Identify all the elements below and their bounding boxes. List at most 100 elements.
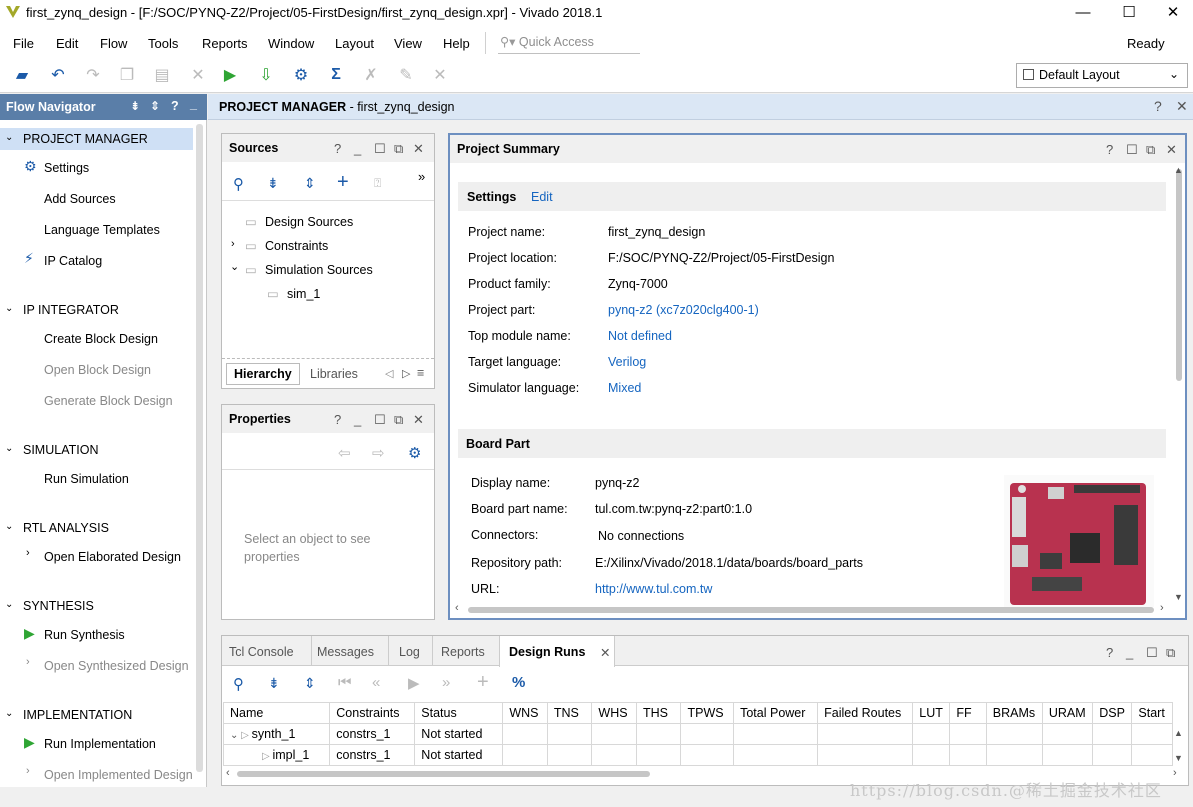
scroll-left-icon[interactable]: ‹: [226, 767, 230, 779]
float-icon[interactable]: ⧉: [394, 412, 403, 428]
maximize-icon[interactable]: ☐: [1146, 645, 1158, 661]
close-icon[interactable]: ✕: [413, 141, 424, 157]
runs-horizontal-scrollbar[interactable]: [237, 771, 650, 777]
float-icon[interactable]: ⧉: [1146, 142, 1155, 158]
tool-b-icon[interactable]: ✎: [396, 65, 416, 85]
chevron-down-icon[interactable]: ⌄: [230, 260, 239, 273]
more-icon[interactable]: »: [418, 169, 425, 184]
search-icon[interactable]: ⚲: [233, 175, 244, 193]
minimize-icon[interactable]: _: [1126, 645, 1133, 660]
expand-all-icon[interactable]: ⇕: [304, 175, 316, 192]
nav-run-synthesis[interactable]: Run Synthesis: [44, 628, 125, 642]
maximize-icon[interactable]: ☐: [374, 141, 386, 157]
tab-log[interactable]: Log: [399, 645, 420, 659]
link-project-part[interactable]: pynq-z2 (xc7z020clg400-1): [608, 303, 759, 317]
minimize-button[interactable]: —: [1060, 0, 1106, 27]
scroll-down-icon[interactable]: ▼: [1174, 592, 1183, 602]
collapse-all-icon[interactable]: ⇟: [130, 99, 140, 113]
link-top-module[interactable]: Not defined: [608, 329, 672, 343]
chevron-down-icon[interactable]: ⌄: [230, 730, 241, 741]
tool-c-icon[interactable]: ✕: [430, 65, 450, 85]
float-icon[interactable]: ⧉: [394, 141, 403, 157]
help-icon[interactable]: ?: [171, 99, 179, 113]
flow-navigator-scrollbar[interactable]: [196, 124, 203, 772]
menu-tools[interactable]: Tools: [148, 36, 178, 51]
file-info-icon[interactable]: ⍰: [374, 176, 381, 191]
section-project-manager[interactable]: ⌄ PROJECT MANAGER: [0, 128, 193, 150]
layout-select[interactable]: Default Layout ⌄: [1016, 63, 1188, 88]
minimize-panel-icon[interactable]: _: [190, 97, 197, 111]
nav-run-implementation[interactable]: Run Implementation: [44, 737, 156, 751]
tab-hierarchy[interactable]: Hierarchy: [226, 363, 300, 385]
collapse-all-icon[interactable]: ⇟: [268, 675, 280, 692]
table-row[interactable]: ▷ impl_1 constrs_1 Not started: [222, 744, 1173, 766]
section-ip-integrator[interactable]: ⌄ IP INTEGRATOR: [0, 299, 193, 321]
nav-add-sources[interactable]: Add Sources: [44, 192, 116, 206]
tool-a-icon[interactable]: ✗: [361, 65, 381, 85]
menu-window[interactable]: Window: [268, 36, 314, 51]
tab-design-runs-active[interactable]: Design Runs ✕: [499, 636, 615, 667]
scroll-up-icon[interactable]: ▲: [1174, 728, 1183, 738]
tree-simulation-sources[interactable]: Simulation Sources: [265, 263, 373, 277]
section-implementation[interactable]: ⌄ IMPLEMENTATION: [0, 704, 193, 726]
tab-libraries[interactable]: Libraries: [310, 367, 358, 381]
help-icon[interactable]: ?: [334, 412, 341, 427]
col-name[interactable]: Name: [222, 702, 331, 724]
help-icon[interactable]: ?: [334, 141, 341, 156]
help-icon[interactable]: ?: [1106, 645, 1113, 660]
tab-reports[interactable]: Reports: [441, 645, 485, 659]
close-icon[interactable]: ✕: [413, 412, 424, 428]
gear-icon[interactable]: ⚙: [408, 444, 421, 462]
tab-right-arrow-icon[interactable]: ▷: [402, 367, 410, 380]
col-uram[interactable]: URAM: [1041, 702, 1094, 724]
undo-icon[interactable]: ↶: [48, 65, 68, 85]
open-project-icon[interactable]: ▰: [12, 65, 32, 85]
search-icon[interactable]: ⚲: [233, 675, 244, 693]
tab-left-arrow-icon[interactable]: ◁: [385, 367, 393, 380]
col-start[interactable]: Start: [1131, 702, 1173, 724]
scroll-right-icon[interactable]: ›: [1160, 602, 1164, 614]
scroll-up-icon[interactable]: ▲: [1174, 165, 1183, 175]
edit-link[interactable]: Edit: [531, 190, 553, 204]
menu-view[interactable]: View: [394, 36, 422, 51]
rewind-icon[interactable]: «: [372, 674, 380, 691]
close-icon[interactable]: ✕: [1166, 142, 1177, 158]
col-ff[interactable]: FF: [949, 702, 987, 724]
col-failed-routes[interactable]: Failed Routes: [817, 702, 914, 724]
redo-icon[interactable]: ↷: [83, 65, 103, 85]
run-icon[interactable]: ▶: [220, 65, 240, 85]
scroll-down-icon[interactable]: ▼: [1174, 753, 1183, 763]
summary-vertical-scrollbar[interactable]: [1176, 169, 1182, 381]
menu-layout[interactable]: Layout: [335, 36, 374, 51]
link-target-language[interactable]: Verilog: [608, 355, 646, 369]
forward-arrow-icon[interactable]: ⇨: [372, 444, 385, 462]
copy-icon[interactable]: ❐: [117, 65, 137, 85]
tab-tcl-console[interactable]: Tcl Console: [229, 645, 294, 659]
first-run-icon[interactable]: ⏮: [338, 674, 352, 691]
nav-generate-block-design[interactable]: Generate Block Design: [44, 394, 173, 408]
menu-file[interactable]: File: [13, 36, 34, 51]
menu-help[interactable]: Help: [443, 36, 470, 51]
nav-run-simulation[interactable]: Run Simulation: [44, 472, 129, 486]
col-tpws[interactable]: TPWS: [680, 702, 735, 724]
summary-horizontal-scrollbar[interactable]: [468, 607, 1154, 613]
col-dsp[interactable]: DSP: [1092, 702, 1133, 724]
close-window-button[interactable]: ✕: [1150, 0, 1193, 27]
quick-access-input[interactable]: ⚲▾ Quick Access: [498, 29, 640, 54]
col-ths[interactable]: THS: [635, 702, 682, 724]
tab-messages[interactable]: Messages: [317, 645, 374, 659]
section-simulation[interactable]: ⌄ SIMULATION: [0, 439, 193, 461]
menu-flow[interactable]: Flow: [100, 36, 127, 51]
add-run-icon[interactable]: +: [477, 671, 489, 694]
tab-menu-icon[interactable]: ≡: [417, 366, 424, 380]
maximize-button[interactable]: ☐: [1106, 0, 1152, 27]
link-simulator-language[interactable]: Mixed: [608, 381, 641, 395]
tree-sim-1[interactable]: sim_1: [287, 287, 320, 301]
chevron-right-icon[interactable]: ›: [231, 238, 235, 250]
menu-reports[interactable]: Reports: [202, 36, 248, 51]
col-status[interactable]: Status: [414, 702, 504, 724]
scroll-right-icon[interactable]: ›: [1173, 767, 1177, 779]
tree-design-sources[interactable]: Design Sources: [265, 215, 353, 229]
fast-forward-icon[interactable]: »: [442, 674, 450, 691]
section-synthesis[interactable]: ⌄ SYNTHESIS: [0, 595, 193, 617]
